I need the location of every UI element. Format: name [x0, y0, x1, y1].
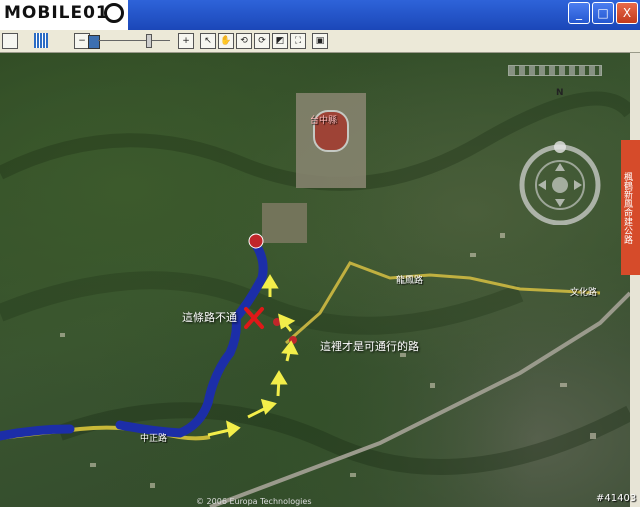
- forum-watermark: #41403: [596, 493, 637, 504]
- passable-road-annotation: 這裡才是可通行的路: [320, 340, 419, 353]
- mobile01-logo: MOBILE01: [0, 0, 128, 30]
- maximize-button[interactable]: □: [592, 2, 614, 24]
- road-label: 中正路: [140, 434, 168, 444]
- rotate-right-icon[interactable]: ⟳: [254, 33, 270, 49]
- nav-north-label: N: [556, 88, 564, 98]
- fullscreen-icon[interactable]: ⛶: [290, 33, 306, 49]
- earth-view-icon[interactable]: ▣: [312, 33, 328, 49]
- area-label: 台中縣: [310, 116, 338, 126]
- hand-pan-icon[interactable]: ✋: [218, 33, 234, 49]
- map-copyright: © 2006 Europa Technologies: [196, 497, 312, 506]
- logo-ring: [104, 3, 124, 23]
- select-arrow-icon[interactable]: ↖: [200, 33, 216, 49]
- satellite-map-view[interactable]: N 這條路不通 這裡才是可通行的路 龍鳳路 文化路 中正路 台中縣 © 2006…: [0, 53, 630, 507]
- logo-text: MOBILE01: [4, 3, 109, 23]
- bar-icon[interactable]: [34, 33, 48, 48]
- window-controls: _ □ X: [568, 2, 638, 24]
- right-panel-edge: [630, 53, 640, 507]
- zoom-slider-thumb[interactable]: [146, 34, 152, 48]
- window-title-bar: MOBILE01 _ □ X: [0, 0, 640, 30]
- zoom-in-button[interactable]: +: [178, 33, 194, 49]
- map-scale-strip[interactable]: [508, 65, 602, 76]
- road-label: 龍鳳路: [396, 276, 424, 286]
- start-marker-icon: [248, 233, 264, 249]
- blocked-road-annotation: 這條路不通: [182, 311, 237, 324]
- minimize-button[interactable]: _: [568, 2, 590, 24]
- zoom-area-icon[interactable]: [88, 35, 100, 49]
- side-red-strip: 楓鶴新鳳命建公路: [621, 140, 640, 275]
- ruler-icon[interactable]: [2, 33, 18, 49]
- tilt-icon[interactable]: ◩: [272, 33, 288, 49]
- close-button[interactable]: X: [616, 2, 638, 24]
- navigation-control[interactable]: [514, 139, 606, 225]
- rotate-left-icon[interactable]: ⟲: [236, 33, 252, 49]
- map-toolbar: − + ↖ ✋ ⟲ ⟳ ◩ ⛶ ▣: [0, 30, 640, 53]
- road-label: 文化路: [570, 288, 598, 298]
- side-strip-text: 楓鶴新鳳命建公路: [622, 171, 632, 244]
- zoom-slider[interactable]: [98, 40, 170, 41]
- blocked-cross-icon: [244, 307, 264, 329]
